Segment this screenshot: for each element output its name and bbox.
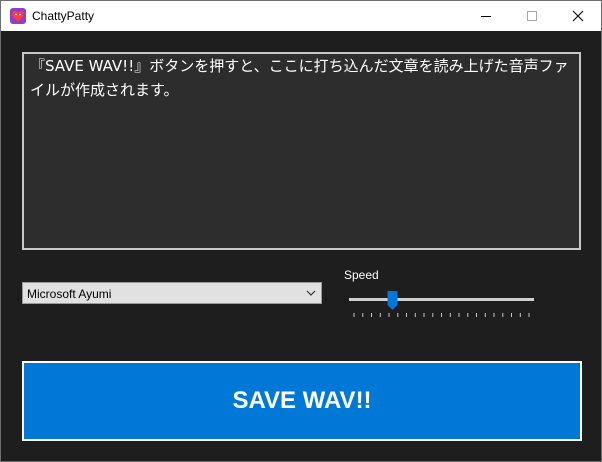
heart-app-icon [10, 8, 26, 24]
app-window: ChattyPatty 『SAVE WAV!!』ボタンを押すと、ここに打ち込んだ… [0, 0, 602, 462]
chevron-down-icon [305, 288, 317, 298]
client-area: 『SAVE WAV!!』ボタンを押すと、ここに打ち込んだ文章を読み上げた音声ファ… [1, 31, 601, 461]
speed-label: Speed [344, 268, 379, 282]
speech-text-input[interactable]: 『SAVE WAV!!』ボタンを押すと、ここに打ち込んだ文章を読み上げた音声ファ… [22, 52, 581, 250]
slider-ticks [353, 313, 530, 317]
save-wav-button[interactable]: SAVE WAV!! [22, 361, 582, 441]
minimize-icon [481, 16, 491, 17]
voice-select-value: Microsoft Ayumi [27, 287, 112, 301]
voice-select[interactable]: Microsoft Ayumi [22, 282, 322, 304]
maximize-icon [527, 11, 537, 21]
close-icon [572, 10, 584, 22]
window-title: ChattyPatty [32, 9, 95, 23]
title-bar[interactable]: ChattyPatty [1, 1, 601, 31]
close-button[interactable] [555, 1, 601, 31]
slider-track [349, 298, 534, 301]
speed-slider[interactable] [344, 289, 540, 323]
minimize-button[interactable] [463, 1, 509, 31]
slider-thumb[interactable] [387, 291, 398, 310]
maximize-button[interactable] [509, 1, 555, 31]
